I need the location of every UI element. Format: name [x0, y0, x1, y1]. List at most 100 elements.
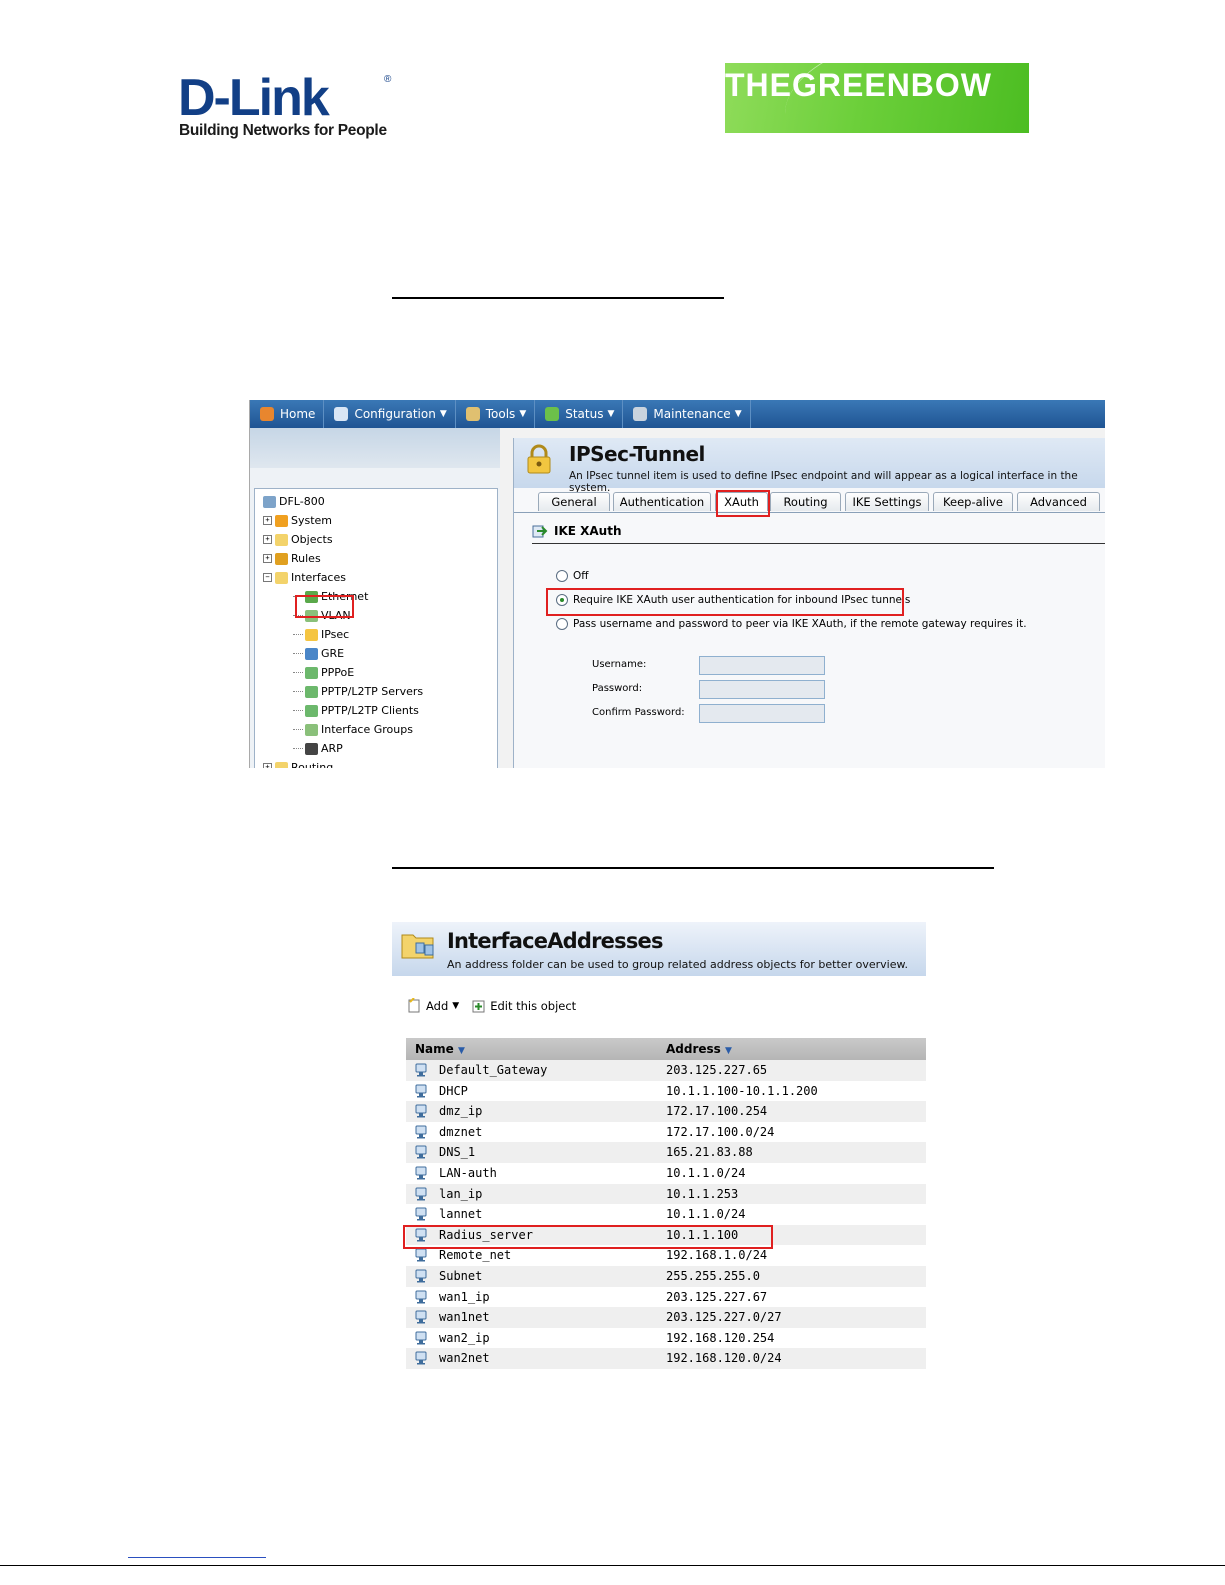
- tree-item-label: GRE: [321, 647, 345, 660]
- menu-configuration[interactable]: Configuration ▼: [324, 400, 456, 428]
- tab-advanced[interactable]: Advanced: [1017, 492, 1100, 511]
- table-row[interactable]: wan2_ip 192.168.120.254: [406, 1328, 926, 1349]
- sort-chevron-icon: ▼: [725, 1046, 732, 1056]
- column-header-name[interactable]: Name ▼: [415, 1042, 465, 1056]
- xauth-arrow-icon: [532, 525, 548, 538]
- folder-icon: [275, 571, 288, 584]
- address-name: wan1net: [439, 1310, 490, 1325]
- navigation-tree: DFL-800 + System + Objects + Rules − Interfaces E…: [254, 488, 498, 768]
- tree-item-pptp-l2tp-servers[interactable]: PPTP/L2TP Servers: [293, 685, 423, 698]
- menu-label: Maintenance: [653, 407, 731, 421]
- client-icon: [305, 704, 318, 717]
- address-value: 255.255.255.0: [666, 1268, 760, 1283]
- password-field[interactable]: [699, 680, 825, 699]
- table-row[interactable]: LAN-auth 10.1.1.0/24: [406, 1163, 926, 1184]
- table-row[interactable]: DHCP 10.1.1.100-10.1.1.200: [406, 1081, 926, 1102]
- tab-ike-settings[interactable]: IKE Settings: [845, 492, 929, 511]
- interface-addresses-screenshot: InterfaceAddresses An address folder can…: [392, 922, 926, 1372]
- table-row[interactable]: DNS_1 165.21.83.88: [406, 1142, 926, 1163]
- tree-item-system[interactable]: + System: [263, 514, 332, 527]
- maintenance-icon: [633, 407, 648, 421]
- tree-item-label: Routing: [291, 761, 334, 768]
- menu-home[interactable]: Home: [250, 400, 325, 428]
- tree-item-pptp-l2tp-clients[interactable]: PPTP/L2TP Clients: [293, 704, 419, 717]
- menu-status[interactable]: Status ▼: [535, 400, 624, 428]
- tree-item-pppoe[interactable]: PPPoE: [293, 666, 354, 679]
- table-row[interactable]: wan1_ip 203.125.227.67: [406, 1287, 926, 1308]
- tree-item-objects[interactable]: + Objects: [263, 533, 333, 546]
- tab-general[interactable]: General: [538, 492, 610, 511]
- column-header-address[interactable]: Address ▼: [666, 1042, 732, 1056]
- address-object-icon: [415, 1145, 427, 1159]
- expand-icon[interactable]: +: [263, 516, 272, 525]
- tab-strip: General Authentication XAuth Routing IKE Set…: [514, 492, 1105, 513]
- collapse-icon[interactable]: −: [263, 573, 272, 582]
- expand-icon[interactable]: +: [263, 763, 272, 768]
- table-row[interactable]: wan2net 192.168.120.0/24: [406, 1348, 926, 1369]
- xauth-option[interactable]: Pass username and password to peer via I…: [556, 618, 1027, 630]
- menu-label: Configuration: [354, 407, 436, 421]
- tree-connector: [293, 653, 303, 654]
- tree-item-ipsec[interactable]: IPsec: [293, 628, 349, 641]
- address-name: wan1_ip: [439, 1289, 490, 1304]
- menu-label: Status: [565, 407, 604, 421]
- table-row[interactable]: Default_Gateway 203.125.227.65: [406, 1060, 926, 1081]
- radio-button[interactable]: [556, 570, 568, 582]
- add-button[interactable]: Add ▼: [407, 998, 459, 1013]
- edit-object-button[interactable]: Edit this object: [471, 998, 576, 1013]
- expand-icon[interactable]: +: [263, 535, 272, 544]
- tree-item-rules[interactable]: + Rules: [263, 552, 321, 565]
- table-row[interactable]: lannet 10.1.1.0/24: [406, 1204, 926, 1225]
- tree-item-routing[interactable]: + Routing: [263, 761, 333, 768]
- dlink-logo: D-Link ® Building Networks for People: [178, 72, 398, 142]
- ipsec-tree-highlight: [295, 595, 354, 618]
- tree-item-label: PPTP/L2TP Clients: [321, 704, 419, 717]
- xauth-option[interactable]: Off: [556, 570, 589, 582]
- address-value: 203.125.227.65: [666, 1063, 768, 1077]
- address-name: wan2net: [439, 1351, 490, 1366]
- system-icon: [275, 514, 288, 527]
- table-row[interactable]: dmznet 172.17.100.0/24: [406, 1122, 926, 1143]
- address-object-icon: [415, 1187, 427, 1201]
- tree-connector: [293, 672, 303, 673]
- table-row[interactable]: lan_ip 10.1.1.253: [406, 1183, 926, 1205]
- table-row[interactable]: Subnet 255.255.255.0: [406, 1265, 926, 1287]
- tree-item-arp[interactable]: ARP: [293, 742, 343, 755]
- tab-routing[interactable]: Routing: [770, 492, 841, 511]
- address-value: 203.125.227.67: [666, 1289, 768, 1304]
- require-xauth-highlight: [546, 588, 904, 616]
- tab-keep-alive[interactable]: Keep-alive: [933, 492, 1013, 511]
- table-row[interactable]: wan1net 203.125.227.0/27: [406, 1307, 926, 1328]
- configuration-icon: [334, 407, 349, 421]
- tree-item-interfaces[interactable]: − Interfaces: [263, 571, 346, 584]
- tree-item-gre[interactable]: GRE: [293, 647, 344, 660]
- menu-maintenance[interactable]: Maintenance ▼: [623, 400, 751, 428]
- address-object-icon: [415, 1084, 427, 1098]
- tree-item-interface-groups[interactable]: Interface Groups: [293, 723, 413, 736]
- menu-tools[interactable]: Tools ▼: [456, 400, 536, 428]
- server-icon: [305, 685, 318, 698]
- address-value: 10.1.1.100-10.1.1.200: [666, 1083, 818, 1098]
- address-value: 192.168.1.0/24: [666, 1248, 768, 1263]
- addresses-table: Name ▼ Address ▼ Default_Gateway 203.125.…: [406, 1038, 926, 1369]
- address-name: dmz_ip: [439, 1104, 483, 1119]
- address-object-icon: [415, 1104, 427, 1118]
- expand-icon[interactable]: +: [263, 554, 272, 563]
- username-field[interactable]: [699, 656, 825, 675]
- menu-label: Tools: [485, 407, 516, 421]
- confirm-password-field[interactable]: [699, 704, 825, 723]
- edit-object-label: Edit this object: [490, 998, 577, 1013]
- tree-connector: [293, 634, 303, 635]
- address-value: 192.168.120.0/24: [666, 1351, 782, 1366]
- table-row[interactable]: dmz_ip 172.17.100.254: [406, 1101, 926, 1122]
- address-name: Default_Gateway: [439, 1063, 548, 1077]
- tree-connector: [293, 729, 303, 730]
- radio-button[interactable]: [556, 618, 568, 630]
- address-value: 172.17.100.254: [666, 1104, 768, 1119]
- address-object-icon: [415, 1310, 427, 1324]
- address-name: dmznet: [439, 1124, 483, 1139]
- edit-object-icon: [472, 1000, 485, 1013]
- xauth-option-label: Off: [573, 570, 589, 582]
- tab-authentication[interactable]: Authentication: [613, 492, 711, 511]
- tree-item-dfl-800[interactable]: DFL-800: [263, 495, 325, 508]
